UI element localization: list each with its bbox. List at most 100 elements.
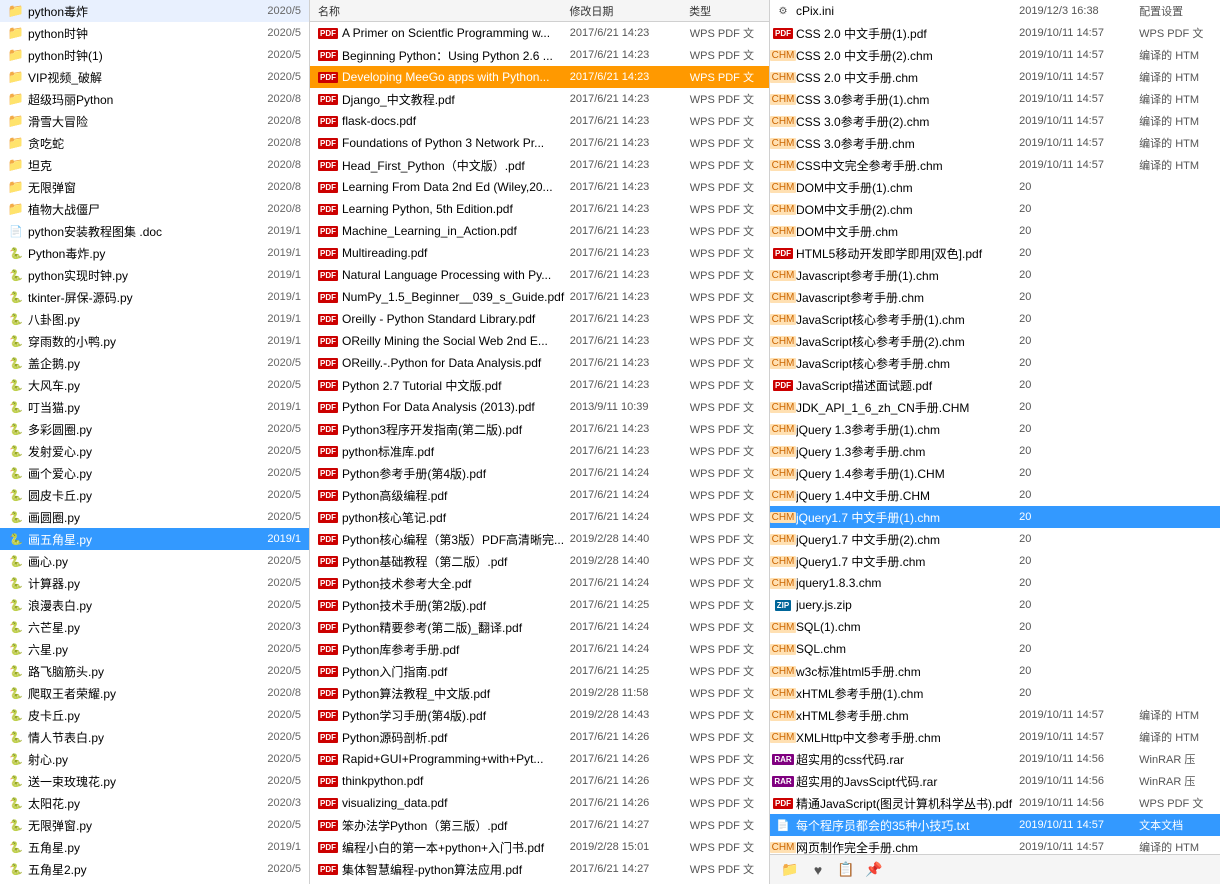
left-item[interactable]: 🐍画五角星.py2019/1: [0, 528, 309, 550]
left-item[interactable]: 🐍情人节表白.py2020/5: [0, 726, 309, 748]
right-file-item[interactable]: CHMjQuery 1.3参考手册(1).chm20: [770, 418, 1220, 440]
middle-item[interactable]: PDFpython核心笔记.pdf2017/6/21 14:24WPS PDF …: [310, 506, 769, 528]
left-item[interactable]: 🐍五角星2.py2020/5: [0, 858, 309, 880]
left-item[interactable]: 🐍射心.py2020/5: [0, 748, 309, 770]
right-file-item[interactable]: CHMDOM中文手册.chm20: [770, 220, 1220, 242]
left-item[interactable]: 🐍五角星.py2019/1: [0, 836, 309, 858]
middle-item[interactable]: PDFPython参考手册(第4版).pdf2017/6/21 14:24WPS…: [310, 462, 769, 484]
middle-item[interactable]: PDFA Primer on Scientfic Programming w..…: [310, 22, 769, 44]
middle-item[interactable]: PDFHead_First_Python（中文版）.pdf2017/6/21 1…: [310, 154, 769, 176]
middle-item[interactable]: PDFPython For Data Analysis (2013).pdf20…: [310, 396, 769, 418]
middle-item[interactable]: PDF笨办法学Python（第三版）.pdf2017/6/21 14:27WPS…: [310, 814, 769, 836]
middle-item[interactable]: PDFPython3程序开发指南(第二版).pdf2017/6/21 14:23…: [310, 418, 769, 440]
right-file-item[interactable]: CHMjQuery 1.4参考手册(1).CHM20: [770, 462, 1220, 484]
right-file-item[interactable]: CHMjquery1.8.3.chm20: [770, 572, 1220, 594]
left-item[interactable]: 🐍八卦图.py2019/1: [0, 308, 309, 330]
middle-item[interactable]: PDFOReilly Mining the Social Web 2nd E..…: [310, 330, 769, 352]
middle-item[interactable]: PDFLearning From Data 2nd Ed (Wiley,20..…: [310, 176, 769, 198]
right-file-item[interactable]: PDFCSS 2.0 中文手册(1).pdf2019/10/11 14:57WP…: [770, 22, 1220, 44]
middle-item[interactable]: PDFRapid+GUI+Programming+with+Pyt...2017…: [310, 748, 769, 770]
left-item[interactable]: 📁无限弹窗2020/8: [0, 176, 309, 198]
right-file-item[interactable]: CHMCSS 2.0 中文手册(2).chm2019/10/11 14:57编译…: [770, 44, 1220, 66]
left-item[interactable]: 🐍无限弹窗.py2020/5: [0, 814, 309, 836]
right-file-item[interactable]: CHMjQuery 1.3参考手册.chm20: [770, 440, 1220, 462]
left-item[interactable]: 🐍六星.py2020/5: [0, 638, 309, 660]
middle-item[interactable]: PDFPython核心编程（第3版）PDF高清晰完...2019/2/28 14…: [310, 528, 769, 550]
right-file-item[interactable]: CHMJavaScript核心参考手册.chm20: [770, 352, 1220, 374]
left-item[interactable]: 🐍皮卡丘.py2020/5: [0, 704, 309, 726]
right-file-item[interactable]: CHMCSS 3.0参考手册(1).chm2019/10/11 14:57编译的…: [770, 88, 1220, 110]
middle-item[interactable]: PDF简明python教程.pdf2013/9/11 10:34WPS PDF …: [310, 880, 769, 884]
middle-item[interactable]: PDFMachine_Learning_in_Action.pdf2017/6/…: [310, 220, 769, 242]
right-file-item[interactable]: CHMjQuery 1.4中文手册.CHM20: [770, 484, 1220, 506]
left-item[interactable]: 🐍画心.py2020/5: [0, 550, 309, 572]
right-file-item[interactable]: CHMjQuery1.7 中文手册(1).chm20: [770, 506, 1220, 528]
left-item[interactable]: 🐍送一束玫瑰花.py2020/5: [0, 770, 309, 792]
right-file-item[interactable]: CHMJavaScript核心参考手册(2).chm20: [770, 330, 1220, 352]
left-item[interactable]: 🐍大风车.py2020/5: [0, 374, 309, 396]
right-file-item[interactable]: CHMJavaScript核心参考手册(1).chm20: [770, 308, 1220, 330]
left-item[interactable]: 🐍叮当猫.py2019/1: [0, 396, 309, 418]
middle-item[interactable]: PDF编程小白的第一本+python+入门书.pdf2019/2/28 15:0…: [310, 836, 769, 858]
middle-item[interactable]: PDFLearning Python, 5th Edition.pdf2017/…: [310, 198, 769, 220]
left-item[interactable]: 🐍发射爱心.py2020/5: [0, 440, 309, 462]
left-item[interactable]: 🐍向日葵.py2020/5: [0, 880, 309, 884]
middle-item[interactable]: PDFPython源码剖析.pdf2017/6/21 14:26WPS PDF …: [310, 726, 769, 748]
right-file-item[interactable]: CHMxHTML参考手册(1).chm20: [770, 682, 1220, 704]
right-file-item[interactable]: CHMSQL.chm20: [770, 638, 1220, 660]
left-item[interactable]: 🐍画圆圈.py2020/5: [0, 506, 309, 528]
left-item[interactable]: 🐍路飞脑筋头.py2020/5: [0, 660, 309, 682]
right-file-item[interactable]: 📄每个程序员都会的35种小技巧.txt2019/10/11 14:57文本文档: [770, 814, 1220, 836]
left-item[interactable]: 🐍圆皮卡丘.py2020/5: [0, 484, 309, 506]
paste-button[interactable]: 📌: [862, 858, 886, 882]
middle-item[interactable]: PDFPython入门指南.pdf2017/6/21 14:25WPS PDF …: [310, 660, 769, 682]
left-item[interactable]: 🐍穿雨数的小鸭.py2019/1: [0, 330, 309, 352]
right-file-item[interactable]: CHMjQuery1.7 中文手册(2).chm20: [770, 528, 1220, 550]
left-item[interactable]: 📁植物大战僵尸2020/8: [0, 198, 309, 220]
left-item[interactable]: 🐍tkinter-屏保-源码.py2019/1: [0, 286, 309, 308]
middle-item[interactable]: PDFpython标准库.pdf2017/6/21 14:23WPS PDF 文: [310, 440, 769, 462]
right-file-item[interactable]: ZIPjuery.js.zip20: [770, 594, 1220, 616]
middle-item[interactable]: PDFDeveloping MeeGo apps with Python...2…: [310, 66, 769, 88]
right-file-item[interactable]: CHMw3c标准html5手册.chm20: [770, 660, 1220, 682]
middle-item[interactable]: PDFPython基础教程（第二版）.pdf2019/2/28 14:40WPS…: [310, 550, 769, 572]
left-item[interactable]: 🐍Python毒炸.py2019/1: [0, 242, 309, 264]
middle-item[interactable]: PDFflask-docs.pdf2017/6/21 14:23WPS PDF …: [310, 110, 769, 132]
middle-item[interactable]: PDFBeginning Python：Using Python 2.6 ...…: [310, 44, 769, 66]
left-item[interactable]: 📄python安装教程图集 .doc2019/1: [0, 220, 309, 242]
middle-item[interactable]: PDFPython学习手册(第4版).pdf2019/2/28 14:43WPS…: [310, 704, 769, 726]
right-file-item[interactable]: PDFHTML5移动开发即学即用[双色].pdf20: [770, 242, 1220, 264]
right-file-item[interactable]: CHMCSS 3.0参考手册(2).chm2019/10/11 14:57编译的…: [770, 110, 1220, 132]
left-item[interactable]: 📁python时钟2020/5: [0, 22, 309, 44]
left-item[interactable]: 📁超级玛丽Python2020/8: [0, 88, 309, 110]
middle-item[interactable]: PDFvisualizing_data.pdf2017/6/21 14:26WP…: [310, 792, 769, 814]
right-file-item[interactable]: CHMSQL(1).chm20: [770, 616, 1220, 638]
left-item[interactable]: 🐍计算器.py2020/5: [0, 572, 309, 594]
left-item[interactable]: 🐍画个爱心.py2020/5: [0, 462, 309, 484]
middle-item[interactable]: PDFPython高级编程.pdf2017/6/21 14:24WPS PDF …: [310, 484, 769, 506]
left-item[interactable]: 🐍浪漫表白.py2020/5: [0, 594, 309, 616]
middle-item[interactable]: PDFPython技术参考大全.pdf2017/6/21 14:24WPS PD…: [310, 572, 769, 594]
middle-item[interactable]: PDFMultireading.pdf2017/6/21 14:23WPS PD…: [310, 242, 769, 264]
middle-item[interactable]: PDFPython 2.7 Tutorial 中文版.pdf2017/6/21 …: [310, 374, 769, 396]
middle-item[interactable]: PDFPython技术手册(第2版).pdf2017/6/21 14:25WPS…: [310, 594, 769, 616]
new-folder-button[interactable]: 📁: [778, 858, 802, 882]
left-item[interactable]: 🐍六芒星.py2020/3: [0, 616, 309, 638]
middle-item[interactable]: PDFNatural Language Processing with Py..…: [310, 264, 769, 286]
middle-item[interactable]: PDFPython精要参考(第二版)_翻译.pdf2017/6/21 14:24…: [310, 616, 769, 638]
middle-item[interactable]: PDFPython算法教程_中文版.pdf2019/2/28 11:58WPS …: [310, 682, 769, 704]
left-item[interactable]: 📁python时钟(1)2020/5: [0, 44, 309, 66]
right-file-item[interactable]: CHMDOM中文手册(1).chm20: [770, 176, 1220, 198]
copy-button[interactable]: 📋: [834, 858, 858, 882]
left-item[interactable]: 📁滑雪大冒险2020/8: [0, 110, 309, 132]
left-item[interactable]: 🐍爬取王者荣耀.py2020/8: [0, 682, 309, 704]
middle-item[interactable]: PDFOreilly - Python Standard Library.pdf…: [310, 308, 769, 330]
middle-item[interactable]: PDFDjango_中文教程.pdf2017/6/21 14:23WPS PDF…: [310, 88, 769, 110]
right-file-item[interactable]: CHMCSS 3.0参考手册.chm2019/10/11 14:57编译的 HT…: [770, 132, 1220, 154]
middle-item[interactable]: PDF集体智慧编程-python算法应用.pdf2017/6/21 14:27W…: [310, 858, 769, 880]
right-file-item[interactable]: CHMDOM中文手册(2).chm20: [770, 198, 1220, 220]
right-file-item[interactable]: CHMjQuery1.7 中文手册.chm20: [770, 550, 1220, 572]
left-item[interactable]: 📁VIP视频_破解2020/5: [0, 66, 309, 88]
middle-item[interactable]: PDFNumPy_1.5_Beginner__039_s_Guide.pdf20…: [310, 286, 769, 308]
left-item[interactable]: 📁python毒炸2020/5: [0, 0, 309, 22]
